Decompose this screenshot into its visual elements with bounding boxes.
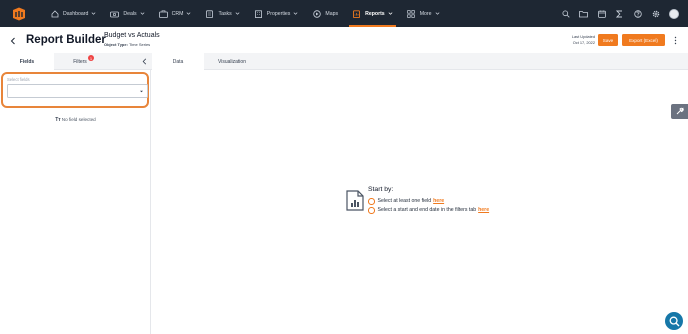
kebab-menu-icon[interactable]	[672, 35, 678, 45]
collapse-panel-icon[interactable]	[140, 57, 148, 66]
nav-item-deals[interactable]: Deals	[103, 0, 151, 27]
nav-item-label: CRM	[171, 10, 184, 17]
select-fields-dropdown[interactable]	[7, 84, 148, 98]
crm-icon	[158, 9, 168, 18]
nav-item-dashboard[interactable]: Dashboard	[43, 0, 103, 27]
step-text: Select a start and end date in the filte…	[377, 207, 477, 214]
nav-item-label: Dashboard	[63, 10, 89, 17]
avatar[interactable]	[669, 8, 679, 19]
tasks-icon	[205, 9, 214, 18]
nav-item-label: Deals	[123, 10, 137, 17]
no-field-message: TтNo field selected	[0, 117, 151, 123]
nav-item-reports[interactable]: Reports	[345, 0, 400, 27]
nav-item-properties[interactable]: Properties	[247, 0, 306, 27]
more-icon	[407, 9, 416, 18]
last-updated: Last Updated Oct 17, 2022	[562, 34, 595, 45]
page-header: Report Builder Budget vs Actuals Object …	[0, 27, 688, 53]
step-select-dates: Select a start and end date in the filte…	[368, 207, 489, 214]
step-select-field: Select at least one field here	[368, 198, 444, 205]
start-by-heading: Start by:	[368, 186, 394, 193]
top-navigation-bar: Dashboard Deals CRM Tasks Properties Map…	[0, 0, 688, 27]
help-icon[interactable]	[633, 9, 642, 18]
select-field-link[interactable]: here	[433, 198, 444, 204]
object-type-label: Object Type:	[104, 42, 128, 47]
nav-item-label: More	[419, 10, 432, 17]
no-field-text: No field selected	[61, 117, 96, 122]
report-document-icon	[346, 190, 364, 211]
text-type-icon: Tт	[55, 117, 61, 123]
chevron-down-icon	[435, 11, 440, 16]
nav-item-label: Properties	[266, 10, 291, 17]
nav-item-tasks[interactable]: Tasks	[198, 0, 246, 27]
chevron-down-icon	[235, 11, 240, 16]
help-search-button[interactable]	[665, 312, 683, 330]
home-icon	[50, 9, 59, 18]
tab-fields[interactable]: Fields	[0, 53, 54, 71]
nav-utility-icons	[557, 0, 679, 27]
tab-bar: Fields Filters 1 Data Visualization	[0, 53, 688, 71]
select-fields-label: Select fields	[7, 77, 30, 82]
nav-menu: Dashboard Deals CRM Tasks Properties Map…	[43, 0, 447, 27]
step-circle-icon	[368, 207, 375, 214]
nav-item-more[interactable]: More	[400, 0, 447, 27]
data-view: Start by: Select at least one field here…	[151, 70, 688, 334]
sigma-icon[interactable]	[615, 9, 624, 18]
chevron-down-icon	[186, 11, 191, 16]
wrench-icon	[676, 107, 684, 115]
filters-tab-link[interactable]: here	[478, 207, 489, 213]
nav-item-label: Maps	[325, 10, 339, 17]
back-arrow-icon[interactable]	[9, 36, 17, 45]
chevron-down-icon	[293, 11, 298, 16]
step-text: Select at least one field	[377, 198, 432, 205]
reports-icon	[352, 9, 361, 18]
calendar-icon[interactable]	[597, 9, 606, 18]
nav-item-crm[interactable]: CRM	[152, 0, 199, 27]
export-excel-button[interactable]: Export (Excel)	[622, 34, 665, 46]
object-type-value: Time Series	[128, 42, 151, 47]
tab-filters[interactable]: Filters	[54, 53, 106, 70]
save-button[interactable]: Save	[598, 34, 618, 46]
maps-icon	[312, 9, 321, 18]
page-title: Report Builder	[26, 34, 106, 46]
search-icon[interactable]	[561, 9, 570, 18]
tab-data[interactable]: Data	[152, 53, 204, 71]
step-circle-icon	[368, 198, 375, 205]
settings-icon[interactable]	[651, 9, 660, 18]
chevron-down-icon	[139, 89, 144, 94]
app-logo-icon[interactable]	[11, 6, 27, 22]
tab-visualization[interactable]: Visualization	[204, 53, 260, 70]
deals-icon	[110, 9, 120, 18]
magnifier-icon	[669, 316, 679, 326]
report-name: Budget vs Actuals	[104, 32, 160, 39]
folder-icon[interactable]	[579, 9, 588, 18]
select-fields-highlight: Select fields	[1, 72, 149, 108]
filters-count-badge: 1	[88, 55, 94, 61]
side-panel-toggle[interactable]	[671, 104, 688, 119]
fields-panel: Select fields TтNo field selected	[0, 70, 151, 334]
nav-item-maps[interactable]: Maps	[305, 0, 345, 27]
chevron-down-icon	[388, 11, 393, 16]
last-updated-date: Oct 17, 2022	[572, 39, 595, 45]
properties-icon	[254, 9, 263, 18]
nav-item-label: Tasks	[218, 10, 232, 17]
object-type: Object Type: Time Series	[104, 42, 150, 47]
chevron-down-icon	[91, 11, 96, 16]
nav-item-label: Reports	[365, 10, 385, 17]
chevron-down-icon	[140, 11, 145, 16]
